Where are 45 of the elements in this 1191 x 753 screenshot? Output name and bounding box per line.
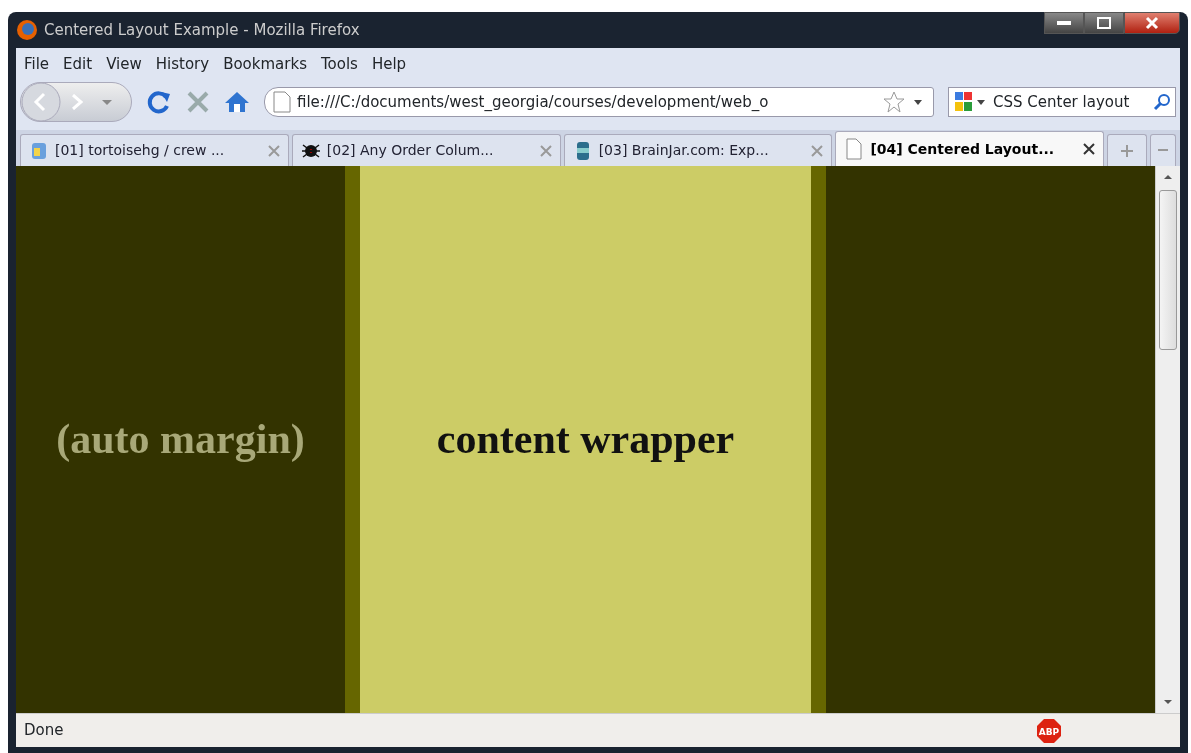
dropdown-icon[interactable]	[911, 97, 925, 107]
stop-icon[interactable]	[186, 90, 210, 114]
browser-tab[interactable]: [04] Centered Layout...	[835, 131, 1105, 166]
wrapper-label: content wrapper	[436, 415, 735, 464]
forward-icon	[71, 94, 83, 110]
menu-item[interactable]: Tools	[320, 52, 358, 76]
menu-item[interactable]: History	[155, 52, 210, 76]
browser-tab[interactable]: [03] BrainJar.com: Exp...	[563, 134, 833, 166]
search-field[interactable]: CSS Center layout	[948, 87, 1176, 117]
scroll-up-icon	[1164, 175, 1172, 179]
page-icon	[844, 138, 865, 160]
scroll-thumb[interactable]	[1159, 190, 1177, 350]
star-icon[interactable]	[883, 91, 905, 113]
window-title: Centered Layout Example - Mozilla Firefox	[44, 19, 360, 41]
search-engine-icon[interactable]	[953, 90, 987, 114]
menu-item[interactable]: Help	[371, 52, 407, 76]
maximize-icon	[1097, 17, 1111, 29]
scroll-down-icon	[1164, 700, 1172, 704]
minimize-icon	[1057, 21, 1071, 25]
status-text: Done	[24, 720, 64, 742]
firefox-icon	[16, 19, 38, 41]
new-tab-button[interactable]	[1107, 134, 1147, 166]
close-icon[interactable]	[1083, 143, 1096, 155]
adblock-icon[interactable]: ABP	[1036, 717, 1062, 744]
menu-item[interactable]: View	[106, 52, 142, 76]
menu-item[interactable]: Bookmarks	[223, 52, 307, 76]
maximize-button[interactable]	[1084, 12, 1124, 34]
browser-tab[interactable]: [02] Any Order Colum...	[291, 134, 561, 166]
margin-label: (auto margin)	[56, 415, 305, 464]
home-icon[interactable]	[224, 90, 250, 114]
reload-icon[interactable]	[146, 89, 172, 115]
back-icon	[21, 82, 61, 122]
scrollbar[interactable]	[1155, 166, 1180, 713]
close-button[interactable]	[1124, 12, 1180, 34]
minimize-button[interactable]	[1044, 12, 1084, 34]
page-icon	[273, 91, 291, 113]
address-field[interactable]: file:///C:/documents/west_georgia/courses/development/web_o	[264, 87, 934, 117]
tab-list-button[interactable]	[1149, 134, 1176, 166]
search-icon[interactable]	[1153, 93, 1171, 111]
browser-tab[interactable]: [01] tortoisehg / crew ...	[20, 134, 289, 166]
menu-item[interactable]: Edit	[63, 52, 93, 76]
plus-icon	[1121, 144, 1134, 157]
menu-item[interactable]: File	[24, 52, 50, 76]
close-icon	[1145, 16, 1159, 30]
navigation-buttons[interactable]	[20, 82, 132, 122]
